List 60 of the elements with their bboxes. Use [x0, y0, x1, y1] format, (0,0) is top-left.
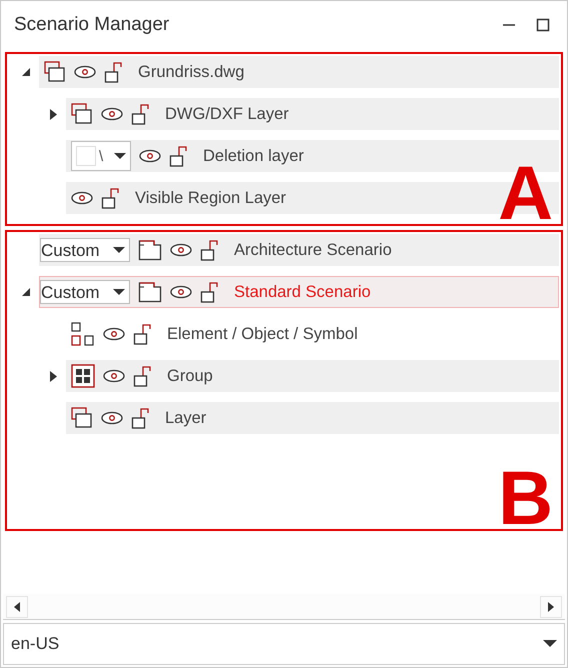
eye-icon	[71, 191, 93, 205]
layers-icon	[71, 103, 93, 125]
unlock-icon	[101, 187, 121, 209]
row-label: Deletion layer	[203, 146, 304, 167]
left-arrow-icon	[13, 602, 21, 612]
collapse-arrow-icon[interactable]	[22, 68, 30, 76]
mode-dropdown[interactable]: Custom	[40, 280, 130, 304]
row-label: Group	[167, 366, 213, 387]
layers-icon	[44, 61, 66, 83]
row-label: Visible Region Layer	[135, 188, 286, 209]
mode-dropdown[interactable]: Custom	[40, 238, 130, 262]
eye-icon	[139, 149, 161, 163]
right-arrow-icon	[547, 602, 555, 612]
folder-icon	[138, 239, 162, 261]
eye-icon	[101, 411, 123, 425]
eye-icon	[103, 327, 125, 341]
row-label: DWG/DXF Layer	[165, 104, 289, 125]
swatch-dropdown[interactable]: \	[71, 141, 131, 171]
eye-icon	[74, 65, 96, 79]
window-title: Scenario Manager	[14, 12, 170, 37]
folder-icon	[138, 281, 162, 303]
row-label: Element / Object / Symbol	[167, 324, 358, 345]
unlock-icon	[131, 407, 151, 429]
tree-row[interactable]: Layer	[66, 402, 559, 434]
caret-icon	[113, 288, 125, 296]
collapse-arrow-icon[interactable]	[22, 288, 30, 296]
tree-row[interactable]: Custom Standard Scenario	[39, 276, 559, 308]
eye-icon	[170, 243, 192, 257]
annotation-letter: B	[498, 461, 553, 537]
row-label: Layer	[165, 408, 206, 429]
unlock-icon	[200, 239, 220, 261]
unlock-icon	[200, 281, 220, 303]
layers-icon	[71, 407, 93, 429]
language-select[interactable]: en-US	[3, 623, 565, 665]
eye-icon	[101, 107, 123, 121]
caret-icon	[543, 640, 557, 648]
scroll-right-button[interactable]	[540, 596, 562, 618]
row-label: Architecture Scenario	[234, 240, 392, 261]
eye-icon	[170, 285, 192, 299]
scroll-left-button[interactable]	[6, 596, 28, 618]
caret-icon	[114, 152, 126, 160]
maximize-icon	[536, 18, 550, 32]
unlock-icon	[133, 323, 153, 345]
tree-row[interactable]: DWG/DXF Layer	[66, 98, 559, 130]
tree-row[interactable]: Group	[66, 360, 559, 392]
caret-icon	[113, 246, 125, 254]
expand-arrow-icon[interactable]	[50, 370, 56, 382]
tree-row[interactable]: Grundriss.dwg	[39, 56, 559, 88]
row-label: Standard Scenario	[234, 282, 371, 303]
tree-row[interactable]: Custom Architecture Scenario	[39, 234, 559, 266]
unlock-icon	[131, 103, 151, 125]
unlock-icon	[104, 61, 124, 83]
shapes-icon	[71, 322, 95, 346]
row-label: Grundriss.dwg	[138, 62, 244, 83]
unlock-icon	[169, 145, 189, 167]
grid-icon	[71, 364, 95, 388]
unlock-icon	[133, 365, 153, 387]
expand-arrow-icon[interactable]	[50, 108, 56, 120]
eye-icon	[103, 369, 125, 383]
color-swatch	[76, 146, 96, 166]
